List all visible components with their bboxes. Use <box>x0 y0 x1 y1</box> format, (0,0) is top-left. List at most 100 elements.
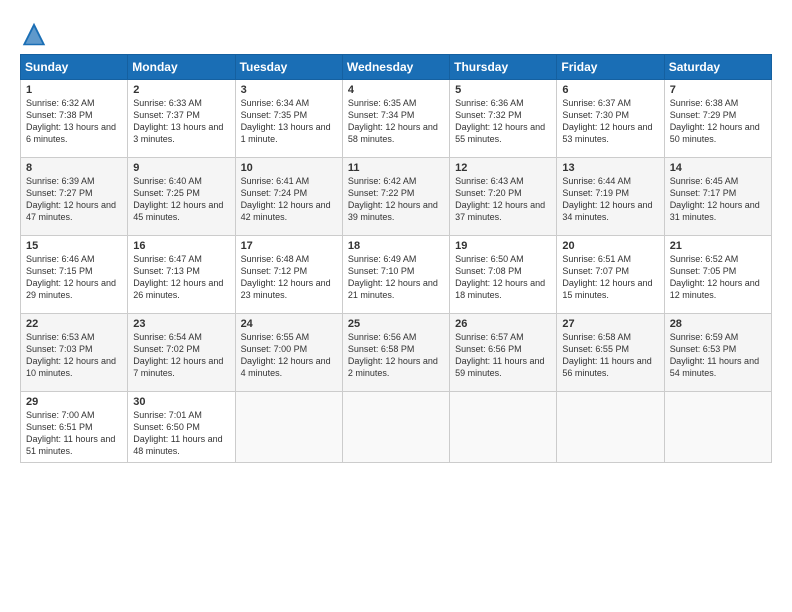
cell-content: Sunrise: 6:36 AMSunset: 7:32 PMDaylight:… <box>455 97 551 146</box>
day-of-week-header: Sunday <box>21 55 128 80</box>
cell-content: Sunrise: 6:53 AMSunset: 7:03 PMDaylight:… <box>26 331 122 380</box>
cell-content: Sunrise: 6:44 AMSunset: 7:19 PMDaylight:… <box>562 175 658 224</box>
day-number: 2 <box>133 84 229 96</box>
calendar-cell: 10Sunrise: 6:41 AMSunset: 7:24 PMDayligh… <box>235 158 342 236</box>
calendar-cell: 1Sunrise: 6:32 AMSunset: 7:38 PMDaylight… <box>21 80 128 158</box>
calendar: SundayMondayTuesdayWednesdayThursdayFrid… <box>20 54 772 463</box>
cell-content: Sunrise: 6:49 AMSunset: 7:10 PMDaylight:… <box>348 253 444 302</box>
calendar-cell: 24Sunrise: 6:55 AMSunset: 7:00 PMDayligh… <box>235 314 342 392</box>
day-number: 24 <box>241 318 337 330</box>
cell-content: Sunrise: 6:48 AMSunset: 7:12 PMDaylight:… <box>241 253 337 302</box>
calendar-cell <box>342 392 449 463</box>
calendar-cell <box>664 392 771 463</box>
day-number: 3 <box>241 84 337 96</box>
day-number: 16 <box>133 240 229 252</box>
cell-content: Sunrise: 6:41 AMSunset: 7:24 PMDaylight:… <box>241 175 337 224</box>
cell-content: Sunrise: 6:35 AMSunset: 7:34 PMDaylight:… <box>348 97 444 146</box>
cell-content: Sunrise: 6:52 AMSunset: 7:05 PMDaylight:… <box>670 253 766 302</box>
day-number: 4 <box>348 84 444 96</box>
day-number: 7 <box>670 84 766 96</box>
calendar-cell: 28Sunrise: 6:59 AMSunset: 6:53 PMDayligh… <box>664 314 771 392</box>
cell-content: Sunrise: 7:00 AMSunset: 6:51 PMDaylight:… <box>26 409 122 458</box>
day-of-week-header: Saturday <box>664 55 771 80</box>
calendar-cell <box>450 392 557 463</box>
cell-content: Sunrise: 6:58 AMSunset: 6:55 PMDaylight:… <box>562 331 658 380</box>
logo <box>20 20 50 48</box>
day-number: 21 <box>670 240 766 252</box>
day-number: 28 <box>670 318 766 330</box>
day-of-week-header: Tuesday <box>235 55 342 80</box>
calendar-cell: 30Sunrise: 7:01 AMSunset: 6:50 PMDayligh… <box>128 392 235 463</box>
day-number: 11 <box>348 162 444 174</box>
calendar-cell: 4Sunrise: 6:35 AMSunset: 7:34 PMDaylight… <box>342 80 449 158</box>
calendar-cell: 15Sunrise: 6:46 AMSunset: 7:15 PMDayligh… <box>21 236 128 314</box>
calendar-cell: 18Sunrise: 6:49 AMSunset: 7:10 PMDayligh… <box>342 236 449 314</box>
day-number: 27 <box>562 318 658 330</box>
calendar-cell: 11Sunrise: 6:42 AMSunset: 7:22 PMDayligh… <box>342 158 449 236</box>
calendar-cell: 26Sunrise: 6:57 AMSunset: 6:56 PMDayligh… <box>450 314 557 392</box>
calendar-cell: 12Sunrise: 6:43 AMSunset: 7:20 PMDayligh… <box>450 158 557 236</box>
cell-content: Sunrise: 6:37 AMSunset: 7:30 PMDaylight:… <box>562 97 658 146</box>
day-number: 30 <box>133 396 229 408</box>
cell-content: Sunrise: 6:43 AMSunset: 7:20 PMDaylight:… <box>455 175 551 224</box>
calendar-cell: 23Sunrise: 6:54 AMSunset: 7:02 PMDayligh… <box>128 314 235 392</box>
day-number: 22 <box>26 318 122 330</box>
day-number: 25 <box>348 318 444 330</box>
calendar-cell: 19Sunrise: 6:50 AMSunset: 7:08 PMDayligh… <box>450 236 557 314</box>
day-number: 14 <box>670 162 766 174</box>
calendar-cell: 5Sunrise: 6:36 AMSunset: 7:32 PMDaylight… <box>450 80 557 158</box>
day-number: 15 <box>26 240 122 252</box>
cell-content: Sunrise: 7:01 AMSunset: 6:50 PMDaylight:… <box>133 409 229 458</box>
calendar-week-row: 15Sunrise: 6:46 AMSunset: 7:15 PMDayligh… <box>21 236 772 314</box>
day-number: 9 <box>133 162 229 174</box>
cell-content: Sunrise: 6:38 AMSunset: 7:29 PMDaylight:… <box>670 97 766 146</box>
calendar-cell: 21Sunrise: 6:52 AMSunset: 7:05 PMDayligh… <box>664 236 771 314</box>
day-of-week-header: Wednesday <box>342 55 449 80</box>
cell-content: Sunrise: 6:50 AMSunset: 7:08 PMDaylight:… <box>455 253 551 302</box>
cell-content: Sunrise: 6:45 AMSunset: 7:17 PMDaylight:… <box>670 175 766 224</box>
calendar-header-row: SundayMondayTuesdayWednesdayThursdayFrid… <box>21 55 772 80</box>
header <box>20 16 772 48</box>
cell-content: Sunrise: 6:54 AMSunset: 7:02 PMDaylight:… <box>133 331 229 380</box>
cell-content: Sunrise: 6:47 AMSunset: 7:13 PMDaylight:… <box>133 253 229 302</box>
calendar-cell: 14Sunrise: 6:45 AMSunset: 7:17 PMDayligh… <box>664 158 771 236</box>
calendar-cell: 9Sunrise: 6:40 AMSunset: 7:25 PMDaylight… <box>128 158 235 236</box>
calendar-cell: 17Sunrise: 6:48 AMSunset: 7:12 PMDayligh… <box>235 236 342 314</box>
day-number: 1 <box>26 84 122 96</box>
day-of-week-header: Thursday <box>450 55 557 80</box>
calendar-cell <box>557 392 664 463</box>
day-number: 29 <box>26 396 122 408</box>
day-of-week-header: Friday <box>557 55 664 80</box>
calendar-cell: 29Sunrise: 7:00 AMSunset: 6:51 PMDayligh… <box>21 392 128 463</box>
calendar-week-row: 8Sunrise: 6:39 AMSunset: 7:27 PMDaylight… <box>21 158 772 236</box>
calendar-cell: 6Sunrise: 6:37 AMSunset: 7:30 PMDaylight… <box>557 80 664 158</box>
day-of-week-header: Monday <box>128 55 235 80</box>
cell-content: Sunrise: 6:33 AMSunset: 7:37 PMDaylight:… <box>133 97 229 146</box>
calendar-cell: 2Sunrise: 6:33 AMSunset: 7:37 PMDaylight… <box>128 80 235 158</box>
day-number: 13 <box>562 162 658 174</box>
page: SundayMondayTuesdayWednesdayThursdayFrid… <box>0 0 792 473</box>
calendar-cell: 7Sunrise: 6:38 AMSunset: 7:29 PMDaylight… <box>664 80 771 158</box>
day-number: 12 <box>455 162 551 174</box>
cell-content: Sunrise: 6:55 AMSunset: 7:00 PMDaylight:… <box>241 331 337 380</box>
day-number: 6 <box>562 84 658 96</box>
logo-icon <box>20 20 48 48</box>
calendar-cell: 3Sunrise: 6:34 AMSunset: 7:35 PMDaylight… <box>235 80 342 158</box>
calendar-cell: 8Sunrise: 6:39 AMSunset: 7:27 PMDaylight… <box>21 158 128 236</box>
calendar-cell: 27Sunrise: 6:58 AMSunset: 6:55 PMDayligh… <box>557 314 664 392</box>
calendar-cell: 22Sunrise: 6:53 AMSunset: 7:03 PMDayligh… <box>21 314 128 392</box>
cell-content: Sunrise: 6:32 AMSunset: 7:38 PMDaylight:… <box>26 97 122 146</box>
calendar-cell: 16Sunrise: 6:47 AMSunset: 7:13 PMDayligh… <box>128 236 235 314</box>
cell-content: Sunrise: 6:39 AMSunset: 7:27 PMDaylight:… <box>26 175 122 224</box>
calendar-cell: 25Sunrise: 6:56 AMSunset: 6:58 PMDayligh… <box>342 314 449 392</box>
day-number: 17 <box>241 240 337 252</box>
day-number: 8 <box>26 162 122 174</box>
cell-content: Sunrise: 6:46 AMSunset: 7:15 PMDaylight:… <box>26 253 122 302</box>
cell-content: Sunrise: 6:57 AMSunset: 6:56 PMDaylight:… <box>455 331 551 380</box>
calendar-cell: 20Sunrise: 6:51 AMSunset: 7:07 PMDayligh… <box>557 236 664 314</box>
cell-content: Sunrise: 6:59 AMSunset: 6:53 PMDaylight:… <box>670 331 766 380</box>
day-number: 23 <box>133 318 229 330</box>
calendar-week-row: 1Sunrise: 6:32 AMSunset: 7:38 PMDaylight… <box>21 80 772 158</box>
day-number: 10 <box>241 162 337 174</box>
day-number: 18 <box>348 240 444 252</box>
